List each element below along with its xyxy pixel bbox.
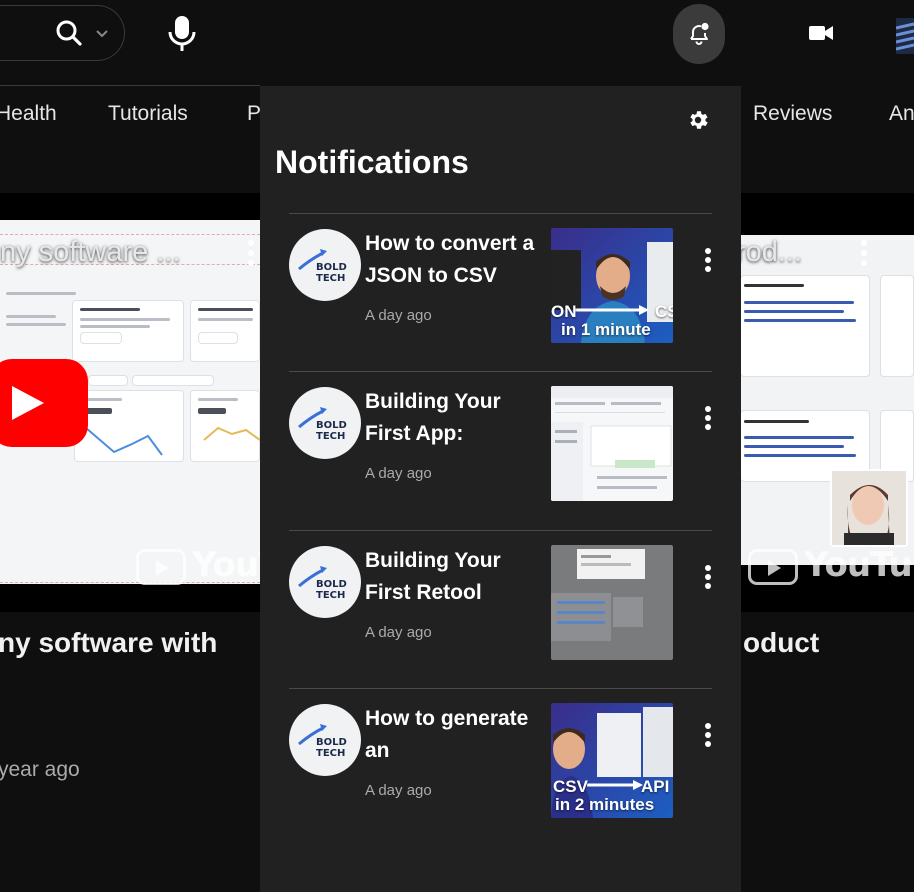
thumb-caption-bottom: in 1 minute bbox=[561, 320, 651, 339]
more-vert-icon[interactable] bbox=[699, 564, 717, 590]
channel-avatar[interactable]: BOLD TECH bbox=[289, 546, 361, 618]
more-vert-icon[interactable] bbox=[246, 239, 256, 269]
svg-text:TECH: TECH bbox=[316, 431, 345, 442]
notification-time: A day ago bbox=[365, 465, 432, 482]
gear-icon[interactable] bbox=[686, 108, 710, 132]
bold-tech-logo: BOLD TECH bbox=[298, 724, 347, 759]
chip-an[interactable]: An bbox=[889, 102, 914, 126]
more-vert-icon[interactable] bbox=[699, 722, 717, 748]
more-vert-icon[interactable] bbox=[699, 247, 717, 273]
thumb-caption-left: ON bbox=[551, 302, 577, 321]
microphone-icon[interactable] bbox=[164, 14, 200, 54]
svg-text:BOLD: BOLD bbox=[316, 262, 347, 273]
notification-time: A day ago bbox=[365, 624, 432, 641]
more-vert-icon[interactable] bbox=[699, 405, 717, 431]
code-screenshot bbox=[740, 235, 914, 565]
panel-title: Notifications bbox=[275, 144, 469, 180]
chip-p[interactable]: P bbox=[247, 102, 261, 126]
chevron-down-icon[interactable] bbox=[95, 26, 109, 40]
notifications-panel: Notifications BOLD TECH How to convert a… bbox=[260, 86, 741, 892]
thumb-caption-right: CS bbox=[655, 302, 673, 321]
video-meta-left: year ago bbox=[0, 758, 80, 781]
video-camera-icon[interactable] bbox=[808, 22, 834, 44]
notification-title[interactable]: Building Your First Retool bbox=[365, 545, 537, 609]
svg-text:TECH: TECH bbox=[316, 590, 345, 601]
notification-item[interactable]: BOLD TECH How to generate an A day ago C… bbox=[289, 688, 712, 846]
channel-avatar[interactable]: BOLD TECH bbox=[289, 229, 361, 301]
notification-item[interactable]: BOLD TECH Building Your First App: A day… bbox=[289, 371, 712, 529]
video-title-left[interactable]: ny software with bbox=[0, 627, 217, 659]
youtube-watermark-right: YouTube bbox=[748, 545, 914, 585]
svg-text:BOLD: BOLD bbox=[316, 737, 347, 748]
youtube-watermark: YouTu bbox=[136, 545, 260, 585]
search-icon[interactable] bbox=[55, 19, 83, 47]
notification-item[interactable]: BOLD TECH Building Your First Retool A d… bbox=[289, 530, 712, 688]
chip-reviews[interactable]: Reviews bbox=[753, 102, 832, 126]
notification-thumbnail[interactable]: ON CS in 1 minute bbox=[551, 228, 673, 343]
thumbnail-title-overlay-right: rod... bbox=[740, 236, 803, 268]
notification-title[interactable]: How to convert a JSON to CSV bbox=[365, 228, 537, 292]
notifications-button[interactable] bbox=[673, 4, 725, 64]
notification-time: A day ago bbox=[365, 307, 432, 324]
notification-thumbnail[interactable] bbox=[551, 545, 673, 660]
svg-text:BOLD: BOLD bbox=[316, 579, 347, 590]
chip-tutorials[interactable]: Tutorials bbox=[108, 102, 188, 126]
notification-time: A day ago bbox=[365, 782, 432, 799]
video-title-right[interactable]: oduct bbox=[743, 627, 819, 659]
notification-item[interactable]: BOLD TECH How to convert a JSON to CSV A… bbox=[289, 213, 712, 371]
bold-tech-logo: BOLD TECH bbox=[298, 407, 347, 442]
thumbnail-title-overlay: ny software ... bbox=[0, 236, 181, 268]
video-thumbnail-right[interactable]: rod... YouTube bbox=[740, 193, 914, 612]
video-thumbnail-left[interactable]: ny software ... YouTu bbox=[0, 193, 260, 612]
thumb-caption-right: API bbox=[641, 777, 670, 796]
channel-avatar[interactable]: BOLD TECH bbox=[289, 387, 361, 459]
notification-thumbnail[interactable]: CSV API in 2 minutes bbox=[551, 703, 673, 818]
more-vert-icon[interactable] bbox=[859, 239, 869, 269]
channel-avatar[interactable]: BOLD TECH bbox=[289, 704, 361, 776]
svg-text:TECH: TECH bbox=[316, 273, 345, 284]
notification-title[interactable]: How to generate an bbox=[365, 703, 537, 767]
svg-text:TECH: TECH bbox=[316, 748, 345, 759]
thumb-caption-left: CSV bbox=[553, 777, 588, 796]
bell-icon bbox=[690, 22, 709, 45]
svg-text:BOLD: BOLD bbox=[316, 420, 347, 431]
thumb-caption-bottom: in 2 minutes bbox=[555, 795, 655, 814]
avatar[interactable] bbox=[896, 18, 914, 54]
bold-tech-logo: BOLD TECH bbox=[298, 249, 347, 284]
header-divider bbox=[0, 85, 260, 86]
chip-health[interactable]: Health bbox=[0, 102, 57, 126]
notification-thumbnail[interactable] bbox=[551, 386, 673, 501]
notification-title[interactable]: Building Your First App: bbox=[365, 386, 537, 450]
bold-tech-logo: BOLD TECH bbox=[298, 566, 347, 601]
youtube-play-button[interactable] bbox=[0, 359, 88, 447]
